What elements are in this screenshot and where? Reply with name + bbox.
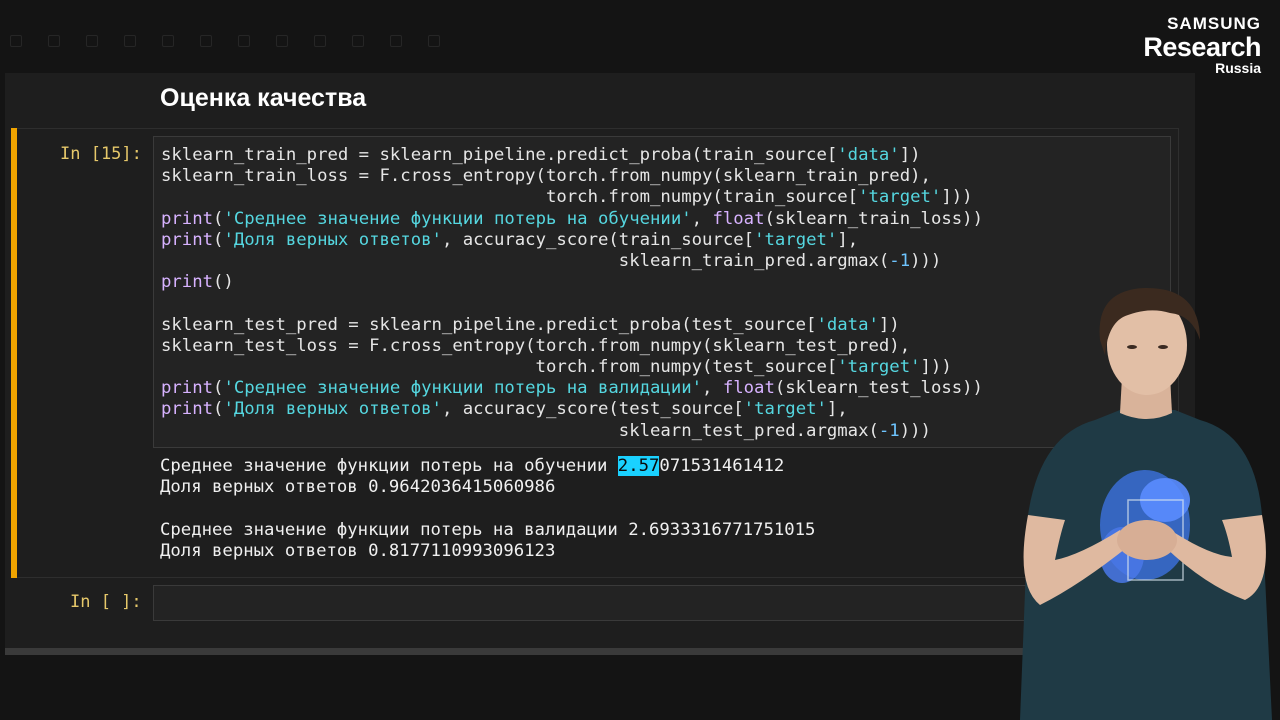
run-icon[interactable] xyxy=(276,35,288,47)
output-train-loss-label: Среднее значение функции потерь на обуче… xyxy=(160,456,618,476)
cut-icon[interactable] xyxy=(86,35,98,47)
code-line: sklearn_test_loss = F.cross_entropy(torc… xyxy=(161,335,911,356)
code-line: torch.from_numpy(train_source['target'])… xyxy=(161,187,973,208)
keyboard-icon[interactable] xyxy=(428,35,440,47)
code-line: sklearn_train_pred = sklearn_pipeline.pr… xyxy=(161,145,921,165)
add-cell-icon[interactable] xyxy=(48,35,60,47)
move-down-icon[interactable] xyxy=(238,35,250,47)
code-line: print('Доля верных ответов', accuracy_sc… xyxy=(161,399,848,420)
output-test-accuracy: Доля верных ответов 0.8177110993096123 xyxy=(160,540,556,561)
restart-icon[interactable] xyxy=(352,35,364,47)
logo-line-2: Research xyxy=(1143,32,1261,62)
cell-selection-bar xyxy=(11,128,17,578)
code-line: print('Среднее значение функции потерь н… xyxy=(161,208,983,229)
code-line: print() xyxy=(161,272,234,293)
section-heading: Оценка качества xyxy=(160,84,367,112)
code-line: sklearn_test_pred.argmax(-1))) xyxy=(161,420,931,441)
move-up-icon[interactable] xyxy=(200,35,212,47)
code-line: sklearn_train_pred.argmax(-1))) xyxy=(161,251,942,272)
logo-line-1: SAMSUNG xyxy=(1167,14,1261,33)
video-frame: SAMSUNG Research Russia Оценка качества … xyxy=(0,0,1280,720)
cell-prompt: In [15]: xyxy=(60,144,142,164)
output-test-loss: Среднее значение функции потерь на валид… xyxy=(160,519,816,540)
empty-cell-prompt: In [ ]: xyxy=(70,592,142,612)
paste-icon[interactable] xyxy=(162,35,174,47)
copy-icon[interactable] xyxy=(124,35,136,47)
output-train-loss-rest: 071531461412 xyxy=(659,456,785,476)
stop-icon[interactable] xyxy=(314,35,326,47)
samsung-research-logo: SAMSUNG Research Russia xyxy=(1143,14,1261,76)
code-line: sklearn_train_loss = F.cross_entropy(tor… xyxy=(161,166,931,187)
text-selection-highlight[interactable]: 2.57 xyxy=(617,456,660,476)
cell-type-select[interactable] xyxy=(390,35,402,47)
save-icon[interactable] xyxy=(10,35,22,47)
code-editor[interactable]: sklearn_train_pred = sklearn_pipeline.pr… xyxy=(161,145,983,442)
code-line: print('Доля верных ответов', accuracy_sc… xyxy=(161,229,859,250)
cell-output: Среднее значение функции потерь на обуче… xyxy=(160,456,815,562)
output-train-accuracy: Доля верных ответов 0.9642036415060986 xyxy=(160,477,556,498)
presenter-image xyxy=(1020,287,1272,720)
code-line: sklearn_test_pred = sklearn_pipeline.pre… xyxy=(161,314,900,335)
code-line: print('Среднее значение функции потерь н… xyxy=(161,378,983,399)
code-line: torch.from_numpy(test_source['target'])) xyxy=(161,357,952,378)
notebook-toolbar xyxy=(10,30,570,52)
